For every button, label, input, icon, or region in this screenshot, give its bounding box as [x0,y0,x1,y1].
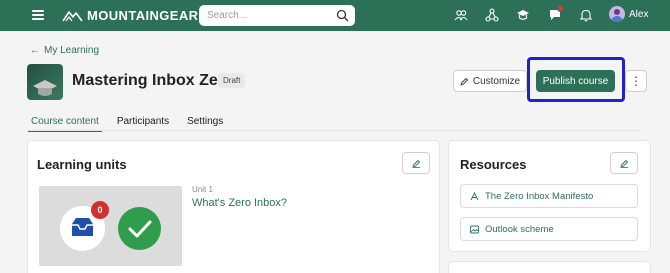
edit-learning-units-button[interactable] [402,152,430,174]
page-title: Mastering Inbox Zero [72,72,234,89]
pencil-icon [411,159,420,168]
more-options-button[interactable]: ⋮ [625,70,647,92]
pdf-icon [470,191,479,200]
network-icon[interactable] [485,8,499,22]
learning-units-card: Learning units 0 Unit 1 What's Zero Inbo… [28,141,439,273]
unit-title-link[interactable]: What's Zero Inbox? [192,197,287,209]
bell-icon[interactable] [579,8,593,22]
user-menu[interactable]: Alex [609,6,648,22]
people-icon[interactable] [454,8,468,22]
unit-thumbnail[interactable]: 0 [39,186,182,266]
check-illustration [118,207,161,250]
image-icon [470,225,479,233]
pencil-icon [619,159,628,168]
search-icon[interactable] [336,9,349,22]
course-thumbnail [27,64,63,100]
tabs-divider [28,130,642,131]
menu-icon[interactable] [32,10,44,20]
customize-label: Customize [472,75,521,87]
notification-dot [557,5,564,12]
brand-logo[interactable]: MOUNTAINGEAR [62,8,198,23]
course-cap-image [33,80,57,96]
resources-title: Resources [460,157,527,172]
unit-number: Unit 1 [192,185,213,194]
user-name: Alex [629,8,649,20]
publish-course-button[interactable]: Publish course [536,70,615,92]
customize-button[interactable]: Customize [453,70,527,92]
mountain-logo-icon [62,11,83,22]
back-link-label: My Learning [44,45,100,56]
resource-label: The Zero Inbox Manifesto [485,190,594,202]
search-input[interactable] [199,5,327,26]
learning-units-title: Learning units [37,157,127,172]
next-card [449,262,650,273]
avatar [609,6,625,22]
checkmark-icon [128,220,152,238]
graduation-cap-icon[interactable] [516,8,530,22]
inbox-count-badge: 0 [91,201,109,219]
status-badge: Draft [218,73,246,88]
edit-resources-button[interactable] [610,152,638,174]
more-vertical-icon: ⋮ [630,74,642,88]
brand-name: MOUNTAINGEAR [87,8,199,23]
arrow-left-icon: ← [30,45,40,56]
top-navigation-bar: MOUNTAINGEAR Alex [0,0,670,31]
resource-label: Outlook scheme [485,223,554,235]
resource-item-outlook-scheme[interactable]: Outlook scheme [460,217,638,241]
resources-card: Resources The Zero Inbox Manifesto Outlo… [449,141,650,251]
resource-item-manifesto[interactable]: The Zero Inbox Manifesto [460,184,638,208]
search-box [199,5,355,26]
back-to-my-learning-link[interactable]: ← My Learning [30,45,99,56]
pencil-icon [460,77,469,86]
